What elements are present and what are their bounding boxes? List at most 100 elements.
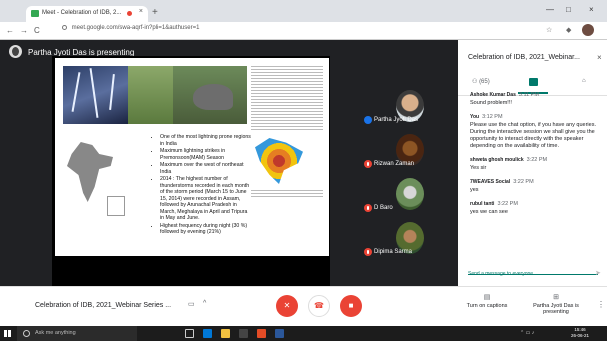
message-author: 7WEAVES Social bbox=[470, 179, 511, 185]
captions-button[interactable]: ▤ Turn on captions bbox=[460, 293, 514, 309]
participant-name: Rizwan Zaman bbox=[374, 161, 415, 167]
taskbar-search[interactable]: Ask me anything bbox=[17, 326, 137, 341]
file-explorer-icon[interactable] bbox=[221, 329, 230, 338]
minimize-button[interactable]: — bbox=[546, 5, 554, 14]
captions-icon: ▤ bbox=[483, 294, 491, 301]
muted-mic-icon bbox=[364, 248, 372, 256]
meet-favicon-icon bbox=[31, 10, 39, 17]
url-text: meet.google.com/swa-aqrf-in?pli=1&authus… bbox=[71, 25, 200, 32]
heatmap-figure bbox=[255, 138, 303, 184]
lock-icon bbox=[62, 25, 67, 30]
browser-tab[interactable]: Meet - Celebration of IDB, 2... × bbox=[26, 6, 148, 22]
phone-hangup-icon: ☎ bbox=[314, 301, 324, 310]
participant-photo bbox=[396, 178, 424, 210]
article-panel bbox=[251, 64, 323, 222]
tab-title: Meet - Celebration of IDB, 2... bbox=[42, 10, 122, 16]
message-time: 3:22 PM bbox=[513, 179, 534, 185]
tab-activities[interactable]: ⌂ bbox=[582, 78, 586, 84]
participant-tiles: Partha Jyoti Das Rizwan Zaman D Baro Dip… bbox=[350, 78, 458, 318]
speaking-icon bbox=[364, 116, 372, 124]
presenter-avatar bbox=[9, 45, 22, 58]
participant-tile[interactable]: D Baro bbox=[350, 178, 458, 223]
chevron-up-icon[interactable]: ^ bbox=[203, 300, 206, 307]
message-time: 3:22 PM bbox=[497, 201, 518, 207]
chat-message: shweta ghosh moulick 3:22 PM Yes sir bbox=[470, 157, 602, 172]
message-author: You bbox=[470, 114, 480, 120]
mic-off-icon: ✕ bbox=[283, 301, 291, 310]
muted-mic-icon bbox=[364, 160, 372, 168]
chat-input-underline bbox=[468, 274, 598, 275]
message-time: 3:22 PM bbox=[526, 157, 548, 163]
message-text: yes bbox=[470, 187, 479, 193]
recording-dot-icon bbox=[127, 11, 132, 16]
reload-button[interactable]: C bbox=[34, 26, 40, 35]
send-icon[interactable]: ➤ bbox=[595, 269, 601, 277]
message-author: rubul tanti bbox=[470, 201, 495, 207]
meeting-controls: Celebration of IDB, 2021_Webinar Series … bbox=[0, 286, 607, 326]
chat-message: 7WEAVES Social 3:22 PM yes bbox=[470, 179, 602, 194]
word-icon[interactable] bbox=[275, 329, 284, 338]
presenting-label: Partha Jyoti Das is presenting bbox=[533, 303, 579, 315]
message-text: Yes sir bbox=[470, 165, 487, 171]
browser-chrome: Meet - Celebration of IDB, 2... × + — □ … bbox=[0, 0, 607, 40]
article-text bbox=[251, 64, 323, 132]
slide-bullets: One of the most lightning prone regions … bbox=[153, 134, 251, 237]
more-options-icon[interactable]: ⋮ bbox=[597, 300, 605, 309]
message-author: Ashoke Kumar Das bbox=[470, 92, 516, 98]
chat-message: You 3:12 PM Please use the chat option, i… bbox=[470, 114, 602, 150]
message-text: Please use the chat option, if you have … bbox=[470, 122, 596, 149]
captions-label: Turn on captions bbox=[466, 303, 508, 309]
tab-close-icon[interactable]: × bbox=[139, 8, 143, 15]
new-tab-button[interactable]: + bbox=[152, 7, 158, 18]
tab-people[interactable]: ⚇ (65) bbox=[472, 78, 490, 85]
participant-tile[interactable]: Rizwan Zaman bbox=[350, 134, 458, 179]
meeting-info-icon[interactable]: ▭ bbox=[188, 300, 195, 308]
profile-avatar[interactable] bbox=[582, 24, 594, 36]
maximize-button[interactable]: □ bbox=[566, 5, 571, 14]
chrome-icon[interactable] bbox=[257, 329, 266, 338]
message-text: yes we can see bbox=[470, 209, 508, 215]
mic-toggle-button[interactable]: ✕ bbox=[276, 295, 298, 317]
shared-screen: One of the most lightning prone regions … bbox=[52, 56, 330, 292]
url-field[interactable]: meet.google.com/swa-aqrf-in?pli=1&authus… bbox=[62, 25, 199, 31]
bookmark-star-icon[interactable]: ☆ bbox=[546, 26, 552, 34]
present-now-button[interactable]: ⊞ Partha Jyoti Das is presenting bbox=[526, 293, 586, 315]
bullet-item: 2014 : The highest number of thunderstor… bbox=[160, 176, 251, 222]
meeting-title[interactable]: Celebration of IDB, 2021_Webinar Series … bbox=[35, 302, 171, 309]
participant-tile[interactable]: Dipima Sarma bbox=[350, 222, 458, 267]
extension-icon[interactable]: ◆ bbox=[566, 26, 571, 34]
camera-toggle-button[interactable]: ■ bbox=[340, 295, 362, 317]
slide-content: One of the most lightning prone regions … bbox=[55, 58, 329, 256]
people-count: (65) bbox=[479, 79, 490, 85]
message-time: 3:11 PM bbox=[518, 92, 539, 98]
message-text: Sound problem!!! bbox=[470, 100, 512, 106]
camera-off-icon: ■ bbox=[348, 301, 354, 310]
tab-chat[interactable] bbox=[529, 78, 538, 86]
bullet-item: One of the most lightning prone regions … bbox=[160, 134, 251, 147]
store-icon[interactable] bbox=[239, 329, 248, 338]
task-view-icon[interactable] bbox=[185, 329, 194, 338]
system-tray[interactable]: ⌃ ▭ ♪ bbox=[520, 330, 534, 336]
leave-call-button[interactable]: ☎ bbox=[308, 295, 330, 317]
address-bar: ← → C meet.google.com/swa-aqrf-in?pli=1&… bbox=[0, 22, 607, 40]
participant-tile[interactable]: Partha Jyoti Das bbox=[350, 90, 458, 135]
tree-photo bbox=[128, 66, 173, 124]
taskbar-clock[interactable]: 15:46 26-06-21 bbox=[571, 327, 589, 339]
forward-button[interactable]: → bbox=[20, 26, 28, 35]
people-icon: ⚇ bbox=[472, 79, 478, 85]
message-time: 3:12 PM bbox=[482, 114, 503, 120]
bullet-item: Highest frequency during night (30 %) fo… bbox=[160, 223, 251, 236]
close-panel-icon[interactable]: × bbox=[597, 53, 602, 62]
edge-icon[interactable] bbox=[203, 329, 212, 338]
bullet-item: Maximum lightning strikes in Premonsoon(… bbox=[160, 148, 251, 161]
chat-message: rubul tanti 3:22 PM yes we can see bbox=[470, 201, 602, 216]
bullet-item: Maximum over the west of northeast India bbox=[160, 162, 251, 175]
india-map bbox=[63, 124, 125, 219]
window-close-button[interactable]: × bbox=[589, 5, 594, 14]
windows-start-icon[interactable] bbox=[4, 330, 11, 337]
chat-messages: Ashoke Kumar Das 3:11 PM Sound problem!!!… bbox=[470, 92, 602, 223]
chat-panel: Celebration of IDB, 2021_Webinar... × ⚇ … bbox=[458, 40, 607, 286]
tab-strip: Meet - Celebration of IDB, 2... × + — □ … bbox=[0, 0, 607, 22]
back-button[interactable]: ← bbox=[6, 26, 14, 35]
participant-name: D Baro bbox=[374, 205, 393, 211]
